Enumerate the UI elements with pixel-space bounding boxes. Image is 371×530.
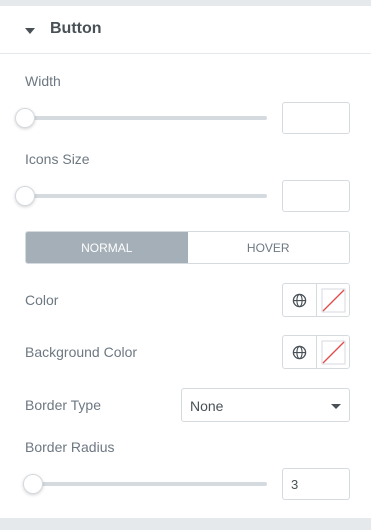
icons-size-label: Icons Size	[25, 151, 90, 167]
editor-panel: Button Width Icons Size NORMAL HOVER Col…	[0, 0, 371, 530]
tab-normal[interactable]: NORMAL	[26, 232, 188, 263]
border-radius-input[interactable]	[282, 468, 350, 500]
border-radius-label: Border Radius	[25, 439, 115, 455]
border-radius-slider-track[interactable]	[25, 482, 267, 486]
tab-hover[interactable]: HOVER	[187, 232, 349, 263]
globe-icon	[292, 293, 307, 307]
border-type-selected-value: None	[190, 398, 224, 414]
border-radius-slider-handle[interactable]	[23, 474, 43, 494]
caret-down-icon[interactable]	[25, 28, 35, 34]
empty-swatch-icon	[321, 288, 346, 313]
bottom-divider	[0, 518, 371, 530]
icons-size-input[interactable]	[282, 180, 350, 212]
section-header-button[interactable]: Button	[0, 6, 371, 54]
color-swatch-button[interactable]	[317, 284, 349, 316]
border-type-label: Border Type	[25, 397, 102, 413]
background-color-label: Background Color	[25, 344, 138, 360]
background-color-swatch-button[interactable]	[317, 336, 349, 368]
globe-icon	[292, 345, 307, 359]
empty-swatch-icon	[321, 340, 346, 365]
section-title: Button	[50, 20, 102, 37]
width-input[interactable]	[282, 102, 350, 134]
width-label: Width	[25, 73, 61, 89]
background-color-control	[282, 335, 350, 369]
color-label: Color	[25, 292, 59, 308]
state-tabs: NORMAL HOVER	[25, 231, 350, 264]
color-global-button[interactable]	[283, 284, 317, 316]
color-control	[282, 283, 350, 317]
width-slider-handle[interactable]	[15, 108, 35, 128]
border-type-select[interactable]: None	[181, 388, 350, 422]
width-slider-track[interactable]	[25, 116, 267, 120]
background-color-global-button[interactable]	[283, 336, 317, 368]
icons-size-slider-track[interactable]	[25, 194, 267, 198]
icons-size-slider-handle[interactable]	[15, 186, 35, 206]
chevron-down-icon	[331, 404, 341, 409]
